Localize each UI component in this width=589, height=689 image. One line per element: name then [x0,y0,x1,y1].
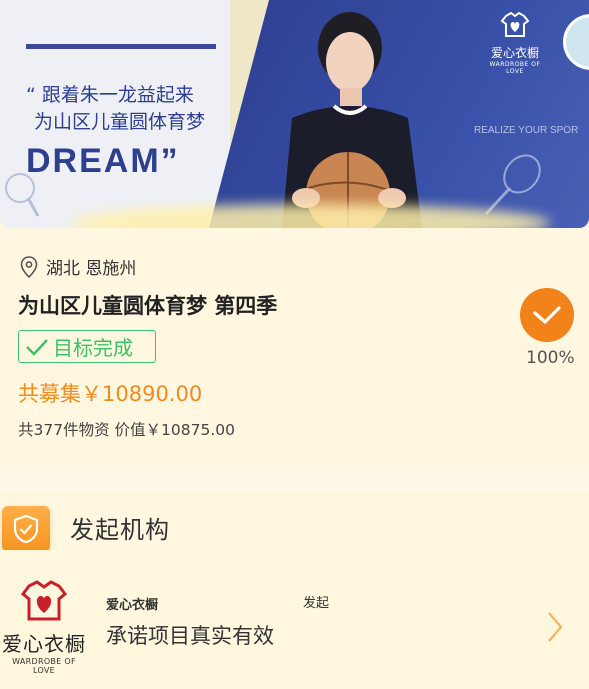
location-pin-icon [20,255,38,278]
org-logo-name: 爱心衣橱 [2,632,86,656]
org-section-header: 发起机构 [0,492,589,552]
banner-dream-text: DREAM” [26,142,180,180]
completed-check-badge [520,288,574,342]
project-title: 为山区儿童圆体育梦 第四季 [18,294,278,318]
org-logo: 爱心衣橱 WARDROBE OF LOVE [0,580,88,675]
location: 湖北 恩施州 [20,254,136,279]
banner-quote-line1: “ 跟着朱一龙益起来 [26,84,194,106]
banner-quote-line2: 为山区儿童圆体育梦 [34,111,206,133]
check-icon [533,306,561,324]
check-icon [26,338,48,356]
heart-shirt-icon [20,580,68,621]
status-badge-label: 目标完成 [53,336,133,360]
promise-text: 承诺项目真实有效 [106,624,274,648]
shield-check-icon [13,514,39,544]
ping-pong-icon [5,173,40,217]
banner-realize-text: REALIZE YOUR SPOR [474,125,579,136]
chevron-right-icon[interactable] [545,610,565,644]
banner-quote: “ 跟着朱一龙益起来 为山区儿童圆体育梦 [26,82,205,136]
progress-percent: 100% [526,348,575,368]
raised-amount: 共募集￥10890.00 [18,382,203,406]
project-banner: “ 跟着朱一龙益起来 为山区儿童圆体育梦 DREAM” 爱心衣橱 WARDROB… [0,0,589,228]
org-name: 爱心衣橱 [106,598,159,613]
banner-logo-sub: WARDROBE OF LOVE [489,61,541,75]
org-section-title: 发起机构 [70,516,170,544]
banner-bar [26,44,216,49]
section-divider [0,464,589,492]
launch-label: 发起 [303,596,330,611]
banner-logo-name: 爱心衣橱 [490,46,539,60]
status-badge: 目标完成 [18,330,156,363]
org-logo-sub: WARDROBE OF LOVE [12,657,76,675]
location-text: 湖北 恩施州 [46,259,137,279]
supplies-summary: 共377件物资 价值￥10875.00 [18,421,235,439]
heart-shirt-icon [500,11,530,37]
shield-badge [2,506,50,552]
project-info: 湖北 恩施州 为山区儿童圆体育梦 第四季 目标完成 共募集￥10890.00 共… [0,228,589,464]
person-with-basketball-image [282,12,422,228]
banner-logo: 爱心衣橱 WARDROBE OF LOVE [480,11,550,75]
org-row[interactable]: 爱心衣橱 WARDROBE OF LOVE 爱心衣橱 发起 承诺项目真实有效 [0,550,589,689]
